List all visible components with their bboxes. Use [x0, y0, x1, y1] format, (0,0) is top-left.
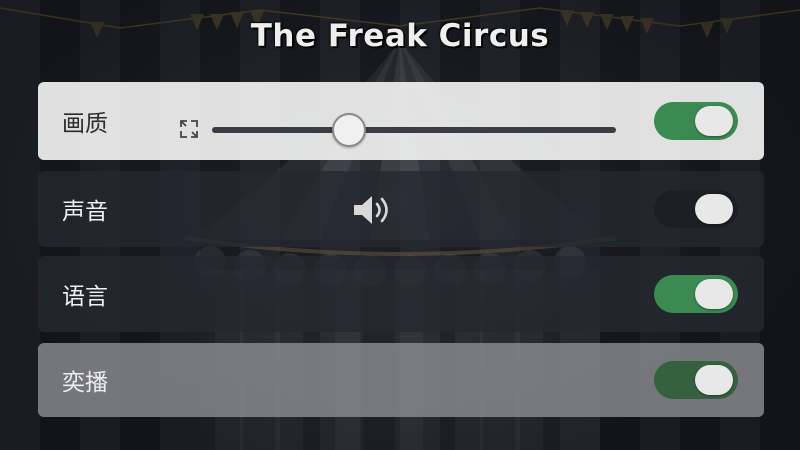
toggle-knob — [695, 279, 733, 309]
quality-toggle[interactable] — [654, 102, 738, 140]
setting-row-language[interactable]: 语言 — [38, 256, 764, 332]
toggle-knob — [695, 194, 733, 224]
language-toggle[interactable] — [654, 275, 738, 313]
setting-label-language: 语言 — [62, 284, 108, 310]
speaker-icon — [354, 196, 388, 224]
setting-label-sound: 声音 — [62, 199, 108, 225]
skip-toggle[interactable] — [654, 361, 738, 399]
setting-label-quality: 画质 — [62, 111, 108, 137]
toggle-knob — [695, 106, 733, 136]
expand-arrows-icon — [180, 120, 198, 138]
game-title: The Freak Circus — [250, 18, 550, 54]
setting-row-quality[interactable]: 画质 — [38, 82, 764, 160]
sound-toggle[interactable] — [654, 190, 738, 228]
quality-slider-thumb[interactable] — [332, 113, 367, 147]
toggle-knob — [695, 365, 733, 395]
setting-row-sound[interactable]: 声音 — [38, 171, 764, 247]
setting-label-skip: 奕播 — [62, 370, 108, 396]
setting-row-skip[interactable]: 奕播 — [38, 343, 764, 417]
quality-slider-track[interactable] — [212, 113, 616, 147]
